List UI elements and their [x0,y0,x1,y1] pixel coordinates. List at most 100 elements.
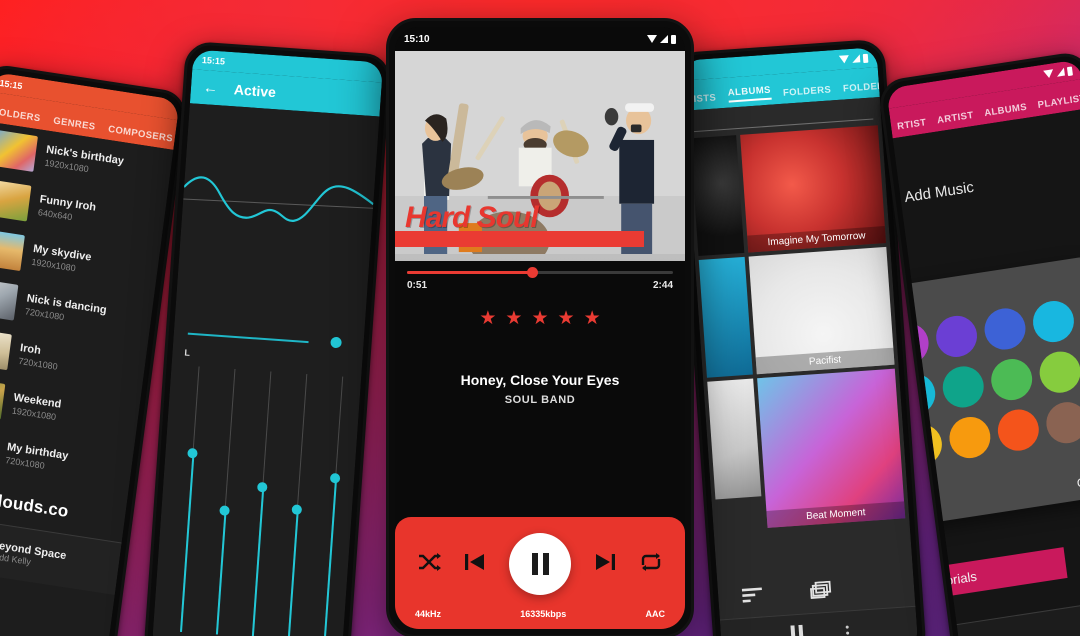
album-cover-partial-3[interactable] [707,378,762,500]
battery-icon [1066,65,1073,76]
tab-folders-0[interactable]: FOLDERS [0,106,41,124]
list-item-thumbnail [0,278,19,321]
phone5-bottom-bar [956,594,1080,636]
album-grid[interactable]: Imagine My Tomorrow Pacifist Beat Moment [686,125,909,532]
tab-albums-2[interactable]: ALBUMS [984,102,1028,119]
repeat-icon[interactable] [639,552,663,576]
gain-slider-knob[interactable] [330,336,343,349]
artwork-title: Hard Soul [405,201,539,234]
eq-band-knob[interactable] [187,448,198,460]
color-swatch[interactable] [982,305,1028,353]
color-swatch[interactable] [1043,399,1080,447]
sample-rate: 44kHz [415,609,442,619]
album-artwork[interactable]: Hard Soul [395,51,685,261]
phone1-body: Nick's birthday 1920x1080 Funny Iroh 640x64… [0,121,174,636]
phone-player: 15:10 Hard Soul 0:51 2:44 ★ ★ ★ ★ ★ Hone… [386,18,694,636]
equalizer-band-sliders[interactable]: Bass316212525 [152,365,362,636]
color-swatch[interactable] [946,414,993,461]
eq-band-fill [287,510,299,636]
tab-genres-1[interactable]: GENRES [53,115,96,132]
transport-row [411,533,669,595]
bitrate: 16335kbps [520,609,567,619]
phone3-statusbar: 15:10 [395,27,685,51]
library-list[interactable]: Nick's birthday 1920x1080 Funny Iroh 640x64… [0,121,173,497]
sort-icon[interactable] [741,586,765,608]
progress-section: 0:51 2:44 [395,261,685,295]
phone3-clock: 15:10 [404,33,430,45]
rating-star[interactable]: ★ [505,309,522,328]
audio-meta-row: 44kHz 16335kbps AAC [411,609,669,621]
equalizer-curve [183,176,374,222]
color-swatch[interactable] [933,312,980,360]
color-swatch[interactable] [995,406,1042,454]
tab-playlist-3[interactable]: PLAYLIST [1037,93,1080,111]
color-swatch[interactable] [940,363,987,411]
tab-folders-2[interactable]: FOLDERS [783,84,832,98]
overflow-icon[interactable] [845,625,849,636]
color-swatch[interactable] [1037,348,1080,396]
album-cell[interactable]: Beat Moment [757,368,906,528]
album-title: Beat Moment [766,501,906,528]
color-swatch[interactable] [1030,298,1077,345]
tab-folders-3[interactable]: FOLDERS [843,80,880,94]
song-artist: SOUL BAND [504,394,576,406]
equalizer-title: Active [233,81,277,101]
tab-albums-1[interactable]: ALBUMS [727,84,772,103]
total-time: 2:44 [652,280,673,291]
phone3-screen: 15:10 Hard Soul 0:51 2:44 ★ ★ ★ ★ ★ Hone… [395,27,685,629]
phone2-body: L Bass316212525 [151,103,380,636]
wifi-icon [647,35,657,43]
tutorials-button[interactable]: w Tutorials [903,547,1068,603]
time-row: 0:51 2:44 [407,280,673,291]
dialog-ok-button[interactable]: OK [908,474,1080,516]
list-item-thumbnail [0,377,6,420]
phone4-screen: ISTS ALBUMS FOLDERS FOLDERS Imagine My Tomo… [680,47,919,636]
signal-icon [851,54,861,63]
phone3-status-icons [647,34,676,44]
tab-artist-1[interactable]: ARTIST [937,110,975,126]
gain-slider[interactable] [187,326,352,353]
rating-star[interactable]: ★ [558,309,575,328]
eq-band-knob[interactable] [219,505,230,517]
color-swatch-grid[interactable] [886,298,1080,469]
elapsed-time: 0:51 [407,280,428,291]
codec: AAC [645,609,666,619]
shuffle-icon[interactable] [417,552,441,576]
rating-star[interactable]: ★ [584,309,601,328]
tab-rtist-0[interactable]: RTIST [897,117,928,132]
color-swatch[interactable] [988,356,1035,403]
gain-slider-track [187,332,309,344]
phone5-body: Add Music or OK w Tutorials [886,108,1080,636]
progress-thumb[interactable] [527,267,539,278]
album-cell[interactable]: Imagine My Tomorrow [740,125,887,253]
eq-band-knob[interactable] [256,482,268,493]
list-item-thumbnail [0,327,12,371]
tab-ists-0[interactable]: ISTS [693,92,716,105]
pause-icon[interactable] [789,624,805,636]
now-playing-info: ★ ★ ★ ★ ★ Honey, Close Your Eyes SOUL BAND [395,295,685,517]
play-pause-button[interactable] [509,533,571,595]
back-arrow-icon[interactable]: ← [202,79,218,97]
rating-star[interactable]: ★ [479,309,496,328]
next-icon[interactable] [594,552,616,576]
album-grid-right-col[interactable]: Imagine My Tomorrow Pacifist Beat Moment [740,125,906,528]
progress-bar[interactable] [407,267,673,278]
previous-icon[interactable] [464,552,486,576]
layers-icon[interactable] [809,580,833,604]
phone2-clock: 15:15 [201,54,226,67]
eq-band-knob[interactable] [291,504,303,516]
battery-icon [671,34,676,44]
channel-label: L [184,347,191,358]
progress-fill [407,271,533,274]
rating-stars[interactable]: ★ ★ ★ ★ ★ [479,309,600,328]
signal-icon [1056,67,1065,77]
eq-band-knob[interactable] [329,472,341,484]
album-cell[interactable]: Pacifist [748,246,895,375]
rating-star[interactable]: ★ [531,309,548,328]
album-cover-partial-2[interactable] [698,256,753,378]
eq-band-fill [323,478,338,636]
color-picker-dialog: or OK [886,257,1080,528]
showcase-stage: 15:15 FOLDERSGENRESCOMPOSERSP Nick's bir… [0,0,1080,636]
song-title: Honey, Close Your Eyes [460,372,620,388]
album-cover-partial-1[interactable] [690,135,745,257]
